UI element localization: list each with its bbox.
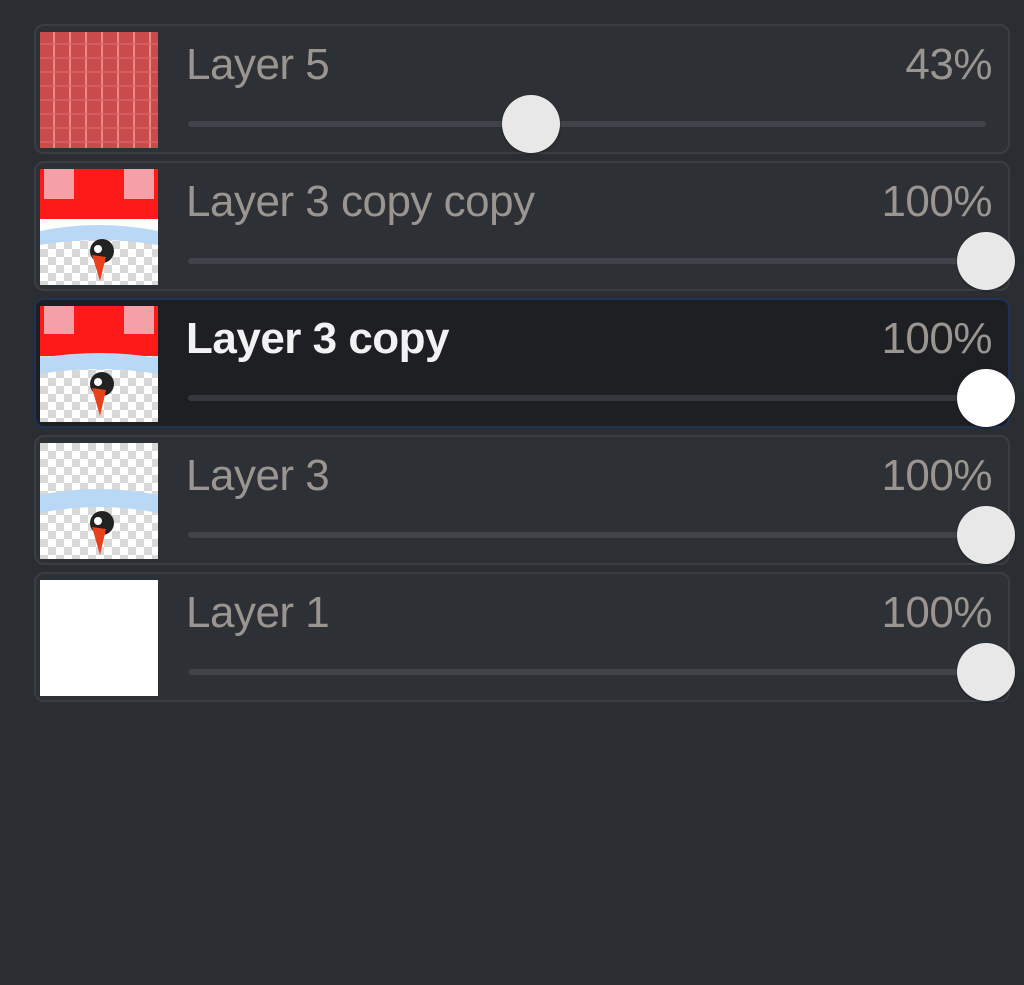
white-fill-thumbnail xyxy=(40,580,158,696)
layers-panel: Layer 5 43% Layer 3 copy copy 100% Layer… xyxy=(0,0,1024,985)
layer-row-layer-5[interactable]: Layer 5 43% xyxy=(34,24,1010,154)
opacity-slider-knob[interactable] xyxy=(957,643,1015,701)
layer-row-layer-3-copy[interactable]: Layer 3 copy 100% xyxy=(34,298,1015,428)
opacity-slider[interactable] xyxy=(188,506,1015,564)
opacity-value: 100% xyxy=(881,177,992,226)
layer-row-layer-3-copy-copy[interactable]: Layer 3 copy copy 100% xyxy=(34,161,1015,291)
opacity-slider-knob[interactable] xyxy=(957,506,1015,564)
opacity-slider-knob[interactable] xyxy=(957,232,1015,290)
layer-list: Layer 5 43% Layer 3 copy copy 100% Layer… xyxy=(34,24,1015,709)
opacity-slider-knob[interactable] xyxy=(957,369,1015,427)
layer-thumbnail[interactable] xyxy=(40,306,158,422)
layer-name[interactable]: Layer 3 xyxy=(186,451,330,501)
layer-thumbnail[interactable] xyxy=(40,443,158,559)
opacity-value: 100% xyxy=(881,314,992,363)
opacity-slider-knob[interactable] xyxy=(502,95,561,153)
character-red-top-thumbnail xyxy=(40,306,158,422)
opacity-slider[interactable] xyxy=(188,95,986,153)
layer-row-layer-3[interactable]: Layer 3 100% xyxy=(34,435,1015,565)
opacity-value: 43% xyxy=(905,40,992,89)
character-transparent-thumbnail xyxy=(40,443,158,559)
red-stripes-thumbnail xyxy=(40,32,158,148)
character-red-band-thumbnail xyxy=(40,169,158,285)
layer-thumbnail[interactable] xyxy=(40,169,158,285)
opacity-slider[interactable] xyxy=(188,232,1015,290)
opacity-slider[interactable] xyxy=(188,643,1015,701)
layer-thumbnail[interactable] xyxy=(40,32,158,148)
layer-thumbnail[interactable] xyxy=(40,580,158,696)
layer-name[interactable]: Layer 1 xyxy=(186,588,330,638)
opacity-slider[interactable] xyxy=(188,369,1015,427)
layer-row-layer-1[interactable]: Layer 1 100% xyxy=(34,572,1015,702)
layer-name[interactable]: Layer 5 xyxy=(186,40,330,90)
opacity-value: 100% xyxy=(881,451,992,500)
layer-name[interactable]: Layer 3 copy copy xyxy=(186,177,535,227)
layer-name[interactable]: Layer 3 copy xyxy=(186,314,450,364)
opacity-value: 100% xyxy=(881,588,992,637)
